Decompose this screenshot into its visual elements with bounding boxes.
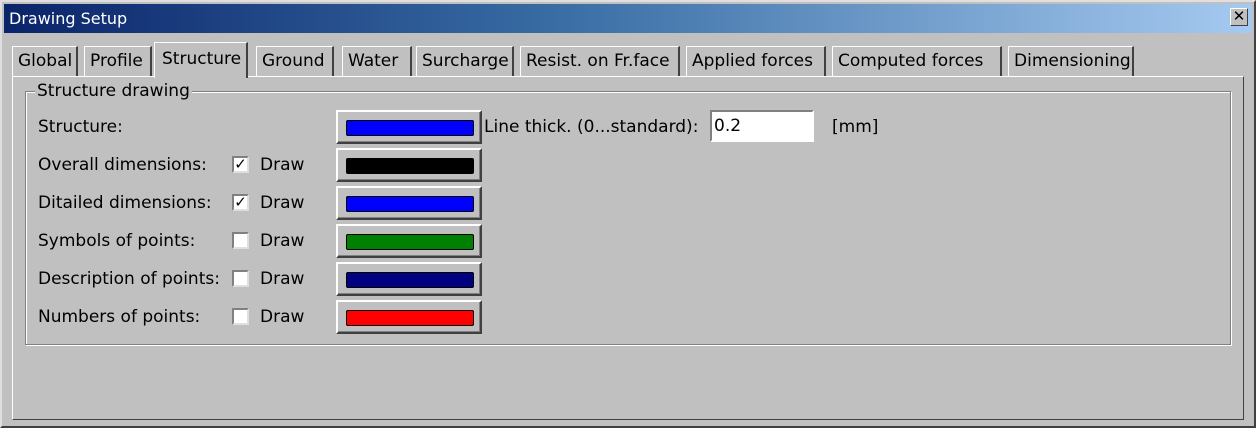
overall-dimensions-draw-checkbox[interactable]: ✓ — [232, 156, 249, 173]
window-title: Drawing Setup — [9, 9, 128, 28]
ditailed-dimensions-draw-checkbox[interactable]: ✓ — [232, 194, 249, 211]
line-thickness-label: Line thick. (0...standard): — [484, 117, 699, 137]
tab-dimensioning[interactable]: Dimensioning — [1008, 46, 1134, 76]
tab-computed-forces[interactable]: Computed forces — [832, 46, 1002, 76]
tab-ground[interactable]: Ground — [256, 46, 334, 76]
overall-dimensions-label: Overall dimensions: — [38, 155, 207, 175]
symbols-of-points-color-button[interactable] — [336, 224, 482, 258]
tab-surcharge[interactable]: Surcharge — [416, 46, 514, 76]
color-swatch — [346, 310, 474, 326]
group-title: Structure drawing — [35, 81, 192, 101]
structure-label: Structure: — [38, 117, 123, 137]
ditailed-dimensions-draw-label: Draw — [260, 193, 305, 213]
structure-drawing-group: Structure drawing Line thick. (0...stand… — [25, 81, 1231, 345]
check-mark-icon: ✓ — [234, 193, 247, 211]
color-swatch — [346, 234, 474, 250]
color-swatch — [346, 120, 474, 136]
tab-panel-structure: Structure drawing Line thick. (0...stand… — [12, 76, 1244, 420]
tab-water[interactable]: Water — [342, 46, 412, 76]
color-swatch — [346, 158, 474, 174]
ditailed-dimensions-label: Ditailed dimensions: — [38, 193, 212, 213]
symbols-of-points-draw-checkbox[interactable] — [232, 232, 249, 249]
overall-dimensions-color-button[interactable] — [336, 148, 482, 182]
line-thickness-unit: [mm] — [832, 117, 879, 137]
description-of-points-color-button[interactable] — [336, 262, 482, 296]
drawing-setup-window: Drawing Setup ✕ Global Profile Structure Gr… — [0, 0, 1256, 428]
structure-color-button[interactable] — [336, 110, 482, 144]
ditailed-dimensions-color-button[interactable] — [336, 186, 482, 220]
description-of-points-draw-checkbox[interactable] — [232, 270, 249, 287]
color-swatch — [346, 196, 474, 212]
tab-structure[interactable]: Structure — [154, 42, 248, 78]
close-icon: ✕ — [1232, 7, 1246, 25]
numbers-of-points-draw-label: Draw — [260, 307, 305, 327]
overall-dimensions-draw-label: Draw — [260, 155, 305, 175]
numbers-of-points-color-button[interactable] — [336, 300, 482, 334]
symbols-of-points-label: Symbols of points: — [38, 231, 196, 251]
symbols-of-points-draw-label: Draw — [260, 231, 305, 251]
numbers-of-points-draw-checkbox[interactable] — [232, 308, 249, 325]
line-thickness-input[interactable] — [710, 110, 814, 142]
description-of-points-draw-label: Draw — [260, 269, 305, 289]
close-button[interactable]: ✕ — [1230, 8, 1248, 26]
title-bar: Drawing Setup ✕ — [4, 4, 1252, 33]
tab-resist-on-fr-face[interactable]: Resist. on Fr.face — [520, 46, 680, 76]
description-of-points-label: Description of points: — [38, 269, 220, 289]
tab-applied-forces[interactable]: Applied forces — [686, 46, 826, 76]
color-swatch — [346, 272, 474, 288]
tab-profile[interactable]: Profile — [84, 46, 152, 76]
tab-global[interactable]: Global — [12, 46, 78, 76]
check-mark-icon: ✓ — [234, 155, 247, 173]
numbers-of-points-label: Numbers of points: — [38, 307, 201, 327]
